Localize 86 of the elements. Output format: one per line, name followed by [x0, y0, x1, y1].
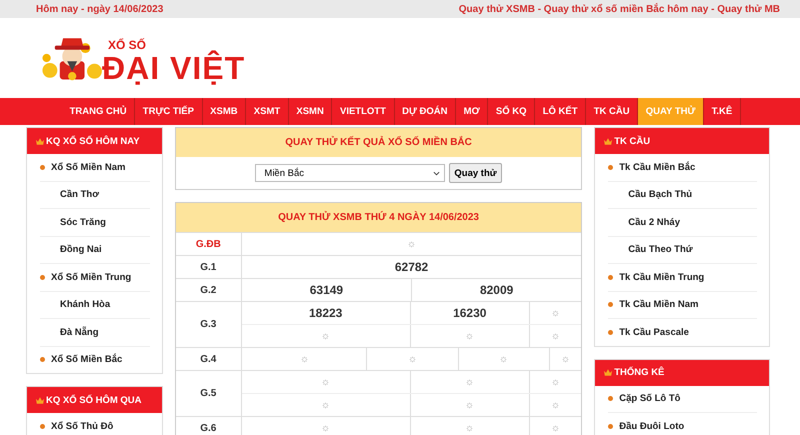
result-number: 16230: [453, 306, 486, 320]
loading-icon: [466, 378, 474, 386]
nav-tab[interactable]: DỰ ĐOÁN: [394, 98, 456, 125]
sidebar-link[interactable]: Tk Cầu Miền Bắc: [619, 162, 696, 173]
loading-icon: [322, 402, 330, 408]
nav-tab[interactable]: T.KÊ: [704, 98, 741, 125]
loading-icon: [466, 402, 474, 408]
bullet-icon: [40, 357, 45, 362]
loading-icon: [552, 402, 560, 408]
sidebar-link[interactable]: Cầu Bạch Thủ: [628, 189, 692, 200]
chevron-icon: [433, 170, 440, 176]
bullet-icon: [608, 424, 614, 429]
nav-tab[interactable]: TRỰC TIẾP: [135, 98, 203, 125]
sidebar-link[interactable]: Xổ Số Miền Trung: [51, 272, 132, 283]
panel-title: TK CẦU: [614, 136, 650, 146]
sidebar-link[interactable]: Cần Thơ: [60, 189, 99, 200]
loading-icon: [500, 356, 508, 362]
nav-tab[interactable]: LÔ KẾT: [535, 98, 586, 125]
loading-icon: [552, 332, 560, 340]
sidebar-link[interactable]: Xổ Số Miền Nam: [51, 162, 126, 173]
panel-title: KQ XỔ SỐ HÔM NAY: [46, 136, 140, 146]
date-text: Hôm nay - ngày 14/06/2023: [36, 4, 164, 14]
prize-cell: G.2: [176, 279, 242, 301]
result-number: 18223: [308, 306, 342, 320]
nav-tab[interactable]: MƠ: [456, 98, 488, 125]
prize-cell: G.6: [176, 417, 242, 435]
sidebar-link[interactable]: Cặp Số Lô Tô: [619, 393, 680, 404]
sidebar-link[interactable]: Cầu 2 Nháy: [628, 216, 680, 228]
loading-icon: [552, 378, 560, 386]
sidebar-link[interactable]: Tk Cầu Pascale: [619, 326, 689, 338]
loading-icon: [552, 424, 560, 432]
loading-icon: [408, 240, 416, 248]
nav-tab[interactable]: TRANG CHỦ: [62, 98, 136, 125]
loading-icon: [552, 310, 560, 316]
sidebar-link[interactable]: Đà Nẵng: [60, 326, 99, 338]
sidebar-link[interactable]: Tk Cầu Miền Nam: [619, 299, 698, 310]
sidebar-link[interactable]: Sóc Trăng: [60, 216, 106, 228]
panel-title: QUAY THỬ KẾT QUẢ XỔ SỐ MIỀN BẮC: [176, 128, 582, 157]
prize-cell: G.1: [176, 256, 242, 278]
sidebar-link[interactable]: Xổ Số Thủ Đô: [51, 420, 114, 432]
nav-tab[interactable]: XSMN: [288, 98, 332, 125]
bullet-icon: [40, 164, 45, 170]
crown-icon: [36, 138, 44, 144]
logo-title: ĐẠI VIỆT: [102, 52, 246, 84]
result-number: 63149: [310, 283, 344, 297]
header-link[interactable]: Quay thử XSMB - Quay thử xổ số miền Bắc hôm nay - Quay thử MB: [458, 4, 780, 14]
panel-title: KQ XỔ SỐ HÔM QUA: [46, 394, 142, 406]
crown-icon: [36, 396, 44, 404]
region-dropdown[interactable]: Miền Bắc: [255, 164, 446, 182]
loading-icon: [322, 378, 330, 386]
loading-icon: [409, 356, 416, 362]
loading-icon: [322, 332, 330, 340]
nav-tab[interactable]: VIETLOTT: [332, 98, 395, 125]
loading-icon: [562, 356, 570, 362]
spin-button[interactable]: Quay thử: [449, 163, 502, 183]
crown-icon: [604, 369, 612, 376]
bullet-icon: [40, 274, 45, 280]
loading-icon: [466, 332, 474, 340]
prize-cell: G.ĐB: [176, 233, 242, 255]
sidebar-link[interactable]: Khánh Hòa: [60, 299, 110, 310]
nav-tab[interactable]: XSMB: [202, 98, 246, 125]
bullet-icon: [608, 164, 614, 170]
sidebar-link[interactable]: Đồng Nai: [60, 244, 102, 256]
bullet-icon: [40, 424, 45, 429]
panel-title: THỐNG KÊ: [614, 367, 664, 378]
bullet-icon: [608, 330, 614, 335]
logo-subtitle: XỔ SỐ: [108, 38, 148, 52]
sidebar-link[interactable]: Tk Cầu Miền Trung: [619, 272, 704, 283]
result-number: 62782: [394, 260, 428, 274]
prize-cell: G.4: [176, 348, 242, 370]
nav-tab[interactable]: XSMT: [246, 98, 289, 125]
sidebar-link[interactable]: Đầu Đuôi Loto: [619, 420, 684, 432]
table-title: QUAY THỬ XSMB THỨ 4 NGÀY 14/06/2023: [176, 203, 582, 232]
nav-tab[interactable]: SỔ KQ: [488, 98, 536, 125]
loading-icon: [466, 424, 474, 432]
bullet-icon: [608, 302, 614, 308]
loading-icon: [300, 356, 308, 362]
bullet-icon: [608, 274, 614, 280]
sidebar-link[interactable]: Cầu Theo Thứ: [628, 244, 693, 256]
result-number: 82009: [480, 283, 514, 297]
prize-cell: G.5: [176, 371, 242, 416]
loading-icon: [322, 424, 330, 432]
prize-cell: G.3: [176, 302, 242, 347]
sidebar-link[interactable]: Xổ Số Miền Bắc: [51, 354, 122, 366]
bullet-icon: [608, 396, 614, 402]
crown-icon: [604, 138, 612, 144]
